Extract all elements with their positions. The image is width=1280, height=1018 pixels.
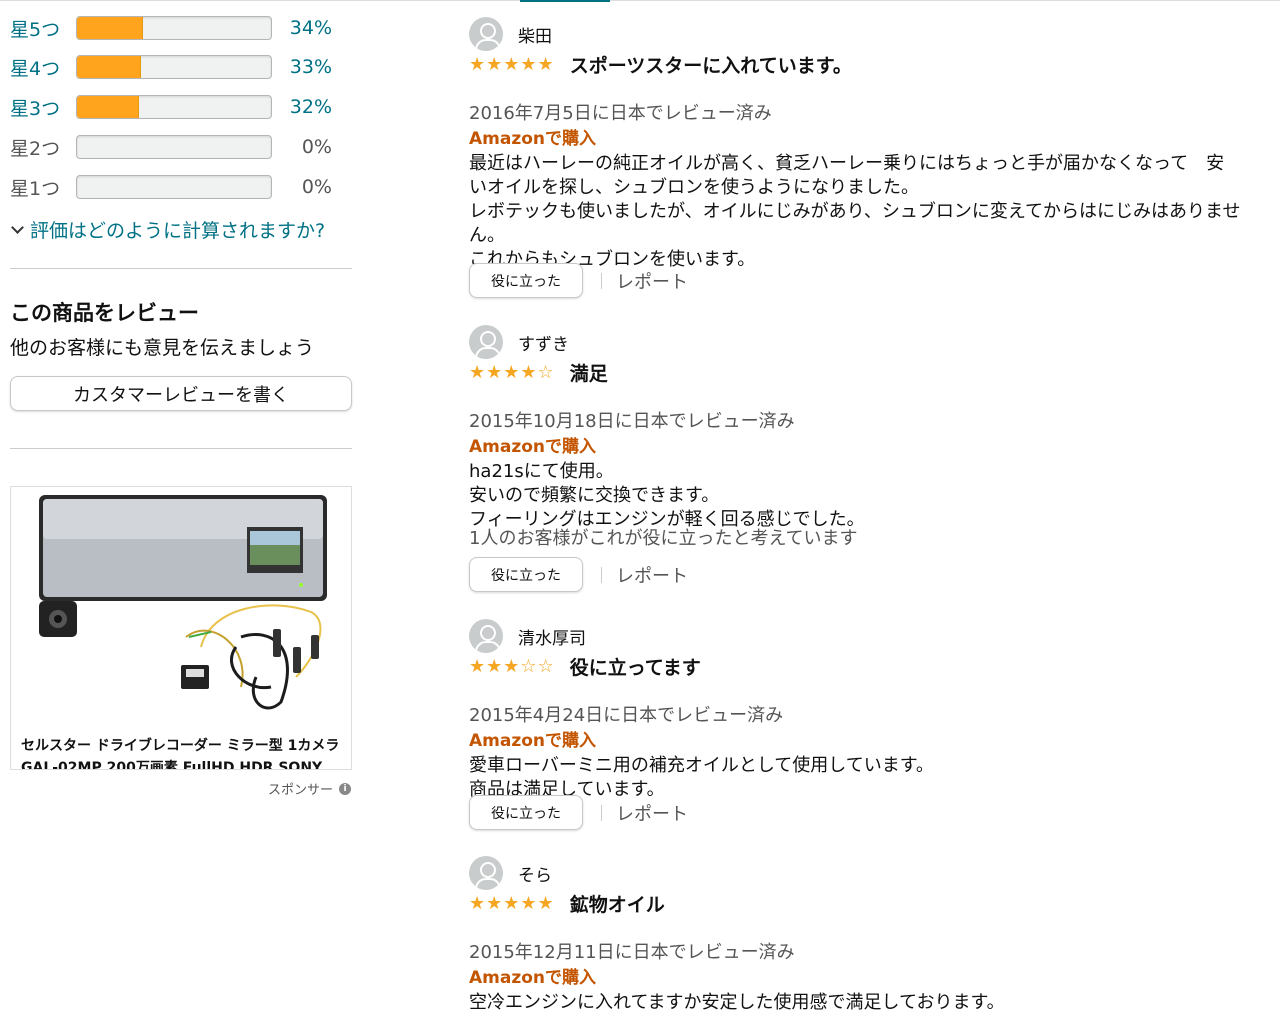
review-actions: 役に立った レポート bbox=[469, 263, 688, 298]
star-rating-icon[interactable]: ★★★☆☆ bbox=[469, 656, 555, 677]
review-date: 2015年10月18日に日本でレビュー済み bbox=[469, 411, 795, 432]
avatar-icon[interactable] bbox=[469, 17, 503, 51]
review-title[interactable]: 鉱物オイル bbox=[570, 890, 665, 917]
histogram-fill bbox=[77, 56, 142, 78]
review-body-line: 安いので頻繁に交換できます。 bbox=[469, 485, 720, 506]
star-rating-icon[interactable]: ★★★★★ bbox=[469, 54, 555, 75]
review-rating-row[interactable]: ★★★★☆ 満足 bbox=[469, 359, 608, 386]
review-rating-row[interactable]: ★★★☆☆ 役に立ってます bbox=[469, 653, 701, 680]
histogram-percent: 0% bbox=[301, 136, 332, 158]
avatar-icon[interactable] bbox=[469, 325, 503, 359]
ad-product-title[interactable]: セルスター ドライブレコーダー ミラー型 1カメラ GAL-02MP 200万画… bbox=[21, 735, 341, 769]
divider bbox=[10, 268, 352, 269]
review-author[interactable]: すずき bbox=[518, 330, 569, 355]
how-calculated-link[interactable]: 評価はどのように計算されますか? bbox=[10, 216, 325, 243]
divider bbox=[601, 804, 602, 821]
review-author[interactable]: そら bbox=[518, 861, 552, 886]
divider bbox=[601, 566, 602, 583]
histogram-fill bbox=[77, 17, 143, 39]
histogram-row-1: 星1つ 0% bbox=[10, 172, 355, 202]
histogram-label[interactable]: 星5つ bbox=[10, 15, 76, 42]
review-body-line: レボテックも使いましたが、オイルにじみがあり、シュブロンに変えてからはにじみはあ… bbox=[469, 201, 1241, 246]
sponsor-text: スポンサー bbox=[268, 783, 334, 798]
chevron-down-icon bbox=[11, 221, 24, 234]
verified-purchase-badge[interactable]: Amazonで購入 bbox=[469, 963, 596, 988]
review-body-line: 空冷エンジンに入れてますか安定した使用感で満足しております。 bbox=[469, 992, 1005, 1013]
histogram-percent[interactable]: 32% bbox=[272, 96, 332, 118]
histogram-label[interactable]: 星3つ bbox=[10, 94, 76, 121]
histogram-row-2: 星2つ 0% bbox=[10, 132, 355, 162]
review-body: 空冷エンジンに入れてますか安定した使用感で満足しております。 bbox=[469, 991, 1259, 1015]
verified-purchase-badge[interactable]: Amazonで購入 bbox=[469, 124, 596, 149]
write-review-heading: この商品をレビュー bbox=[10, 301, 199, 325]
histogram-percent[interactable]: 33% bbox=[272, 56, 332, 78]
review-author-row[interactable]: すずき bbox=[469, 325, 569, 359]
review-body-line: 愛車ローバーミニ用の補充オイルとして使用しています。 bbox=[469, 755, 934, 776]
review-author-row[interactable]: そら bbox=[469, 856, 552, 890]
review-body: ha21sにて使用。 安いので頻繁に交換できます。 フィーリングはエンジンが軽く… bbox=[469, 460, 1259, 532]
avatar-icon[interactable] bbox=[469, 856, 503, 890]
histogram-bar bbox=[76, 175, 272, 199]
review-author[interactable]: 柴田 bbox=[518, 22, 552, 47]
report-link[interactable]: レポート bbox=[616, 800, 688, 826]
report-link[interactable]: レポート bbox=[616, 562, 688, 588]
star-rating-icon[interactable]: ★★★★★ bbox=[469, 893, 555, 914]
histogram-percent: 0% bbox=[301, 176, 332, 198]
review-author-row[interactable]: 清水厚司 bbox=[469, 619, 586, 653]
sponsored-ad-card[interactable]: セルスター ドライブレコーダー ミラー型 1カメラ GAL-02MP 200万画… bbox=[10, 486, 352, 770]
histogram-row-4[interactable]: 星4つ 33% bbox=[10, 52, 355, 82]
histogram-percent[interactable]: 34% bbox=[272, 17, 332, 39]
histogram-fill bbox=[77, 96, 140, 118]
helpful-button[interactable]: 役に立った bbox=[469, 795, 583, 830]
histogram-bar[interactable] bbox=[76, 16, 272, 40]
review-date: 2016年7月5日に日本でレビュー済み bbox=[469, 103, 772, 124]
how-calculated-text[interactable]: 評価はどのように計算されますか? bbox=[30, 216, 325, 243]
divider bbox=[10, 448, 352, 449]
histogram-row-3[interactable]: 星3つ 32% bbox=[10, 92, 355, 122]
review-actions: 役に立った レポート bbox=[469, 795, 688, 830]
histogram-label: 星2つ bbox=[10, 137, 61, 160]
info-icon[interactable]: i bbox=[339, 782, 352, 795]
review-title[interactable]: スポーツスターに入れています。 bbox=[570, 51, 852, 78]
star-rating-icon[interactable]: ★★★★☆ bbox=[469, 362, 555, 383]
review-date: 2015年12月11日に日本でレビュー済み bbox=[469, 942, 795, 963]
histogram-label[interactable]: 星4つ bbox=[10, 54, 76, 81]
tab-indicator bbox=[520, 0, 610, 2]
report-link[interactable]: レポート bbox=[616, 268, 688, 294]
verified-purchase-badge[interactable]: Amazonで購入 bbox=[469, 432, 596, 457]
avatar-icon[interactable] bbox=[469, 619, 503, 653]
histogram-row-5[interactable]: 星5つ 34% bbox=[10, 13, 355, 43]
helpful-button[interactable]: 役に立った bbox=[469, 557, 583, 592]
review-date: 2015年4月24日に日本でレビュー済み bbox=[469, 705, 784, 726]
write-review-button[interactable]: カスタマーレビューを書く bbox=[10, 376, 352, 411]
top-divider bbox=[0, 0, 1280, 1]
review-rating-row[interactable]: ★★★★★ スポーツスターに入れています。 bbox=[469, 51, 852, 78]
review-actions: 役に立った レポート bbox=[469, 557, 688, 592]
verified-purchase-badge[interactable]: Amazonで購入 bbox=[469, 726, 596, 751]
histogram-label: 星1つ bbox=[10, 177, 61, 200]
review-author[interactable]: 清水厚司 bbox=[518, 624, 586, 649]
helpful-button[interactable]: 役に立った bbox=[469, 263, 583, 298]
review-title[interactable]: 役に立ってます bbox=[570, 653, 701, 680]
divider bbox=[601, 272, 602, 289]
helpful-count: 1人のお客様がこれが役に立ったと考えています bbox=[469, 528, 858, 549]
write-review-subtitle: 他のお客様にも意見を伝えましょう bbox=[10, 337, 315, 359]
sponsored-label[interactable]: スポンサー i bbox=[268, 779, 352, 798]
review-title[interactable]: 満足 bbox=[570, 359, 608, 386]
histogram-bar bbox=[76, 135, 272, 159]
review-body-line: ha21sにて使用。 bbox=[469, 461, 614, 482]
review-author-row[interactable]: 柴田 bbox=[469, 17, 552, 51]
histogram-bar[interactable] bbox=[76, 95, 272, 119]
review-body-line: 最近はハーレーの純正オイルが高く、貧乏ハーレー乗りにはちょっと手が届かなくなって… bbox=[469, 153, 1225, 198]
histogram-bar[interactable] bbox=[76, 55, 272, 79]
review-body: 最近はハーレーの純正オイルが高く、貧乏ハーレー乗りにはちょっと手が届かなくなって… bbox=[469, 152, 1259, 272]
dashcam-product-image[interactable] bbox=[11, 487, 352, 727]
review-rating-row[interactable]: ★★★★★ 鉱物オイル bbox=[469, 890, 665, 917]
